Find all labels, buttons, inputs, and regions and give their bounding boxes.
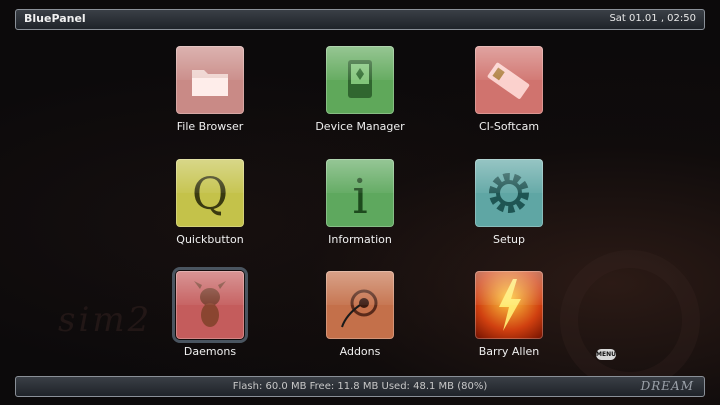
device-icon bbox=[326, 46, 394, 114]
tile-label: CI-Softcam bbox=[478, 120, 540, 133]
svg-text:i: i bbox=[352, 169, 367, 225]
tile-label: Information bbox=[328, 233, 392, 246]
clock: Sat 01.01 , 02:50 bbox=[609, 13, 696, 24]
card-icon bbox=[475, 46, 543, 114]
gear-icon bbox=[475, 159, 543, 227]
tile-label: Barry Allen bbox=[478, 345, 540, 358]
tile-label: Quickbutton bbox=[176, 233, 244, 246]
flash-memory-info: Flash: 60.0 MB Free: 11.8 MB Used: 48.1 … bbox=[232, 381, 488, 392]
tile-setup[interactable]: Setup bbox=[439, 159, 579, 246]
status-bar: Flash: 60.0 MB Free: 11.8 MB Used: 48.1 … bbox=[15, 376, 705, 397]
brand-logo: DREAM bbox=[640, 379, 694, 393]
folder-icon bbox=[176, 46, 244, 114]
flash-icon bbox=[475, 271, 543, 339]
tile-addons[interactable]: Addons bbox=[290, 271, 430, 358]
tile-label: Daemons bbox=[183, 345, 237, 358]
tile-ci-softcam[interactable]: CI-Softcam bbox=[439, 46, 579, 133]
panel-title: BluePanel bbox=[24, 12, 86, 25]
tile-file-browser[interactable]: File Browser bbox=[140, 46, 280, 133]
tile-label: Addons bbox=[339, 345, 381, 358]
tile-daemons[interactable]: Daemons bbox=[140, 267, 280, 358]
title-bar: BluePanel Sat 01.01 , 02:50 bbox=[15, 9, 705, 30]
info-icon: i bbox=[326, 159, 394, 227]
tile-quickbutton[interactable]: Q Quickbutton bbox=[140, 159, 280, 246]
menu-button-icon[interactable]: MENU bbox=[596, 349, 616, 360]
tile-barry-allen[interactable]: Barry Allen bbox=[439, 271, 579, 358]
background-watermark: sim2 bbox=[58, 300, 153, 340]
tile-information[interactable]: i Information bbox=[290, 159, 430, 246]
background-decoration bbox=[560, 250, 700, 390]
mascot-icon bbox=[172, 267, 248, 343]
q-icon: Q bbox=[176, 159, 244, 227]
plug-icon bbox=[326, 271, 394, 339]
tile-label: Setup bbox=[492, 233, 526, 246]
tile-label: Device Manager bbox=[315, 120, 405, 133]
tile-label: File Browser bbox=[176, 120, 244, 133]
tile-device-manager[interactable]: Device Manager bbox=[290, 46, 430, 133]
svg-text:Q: Q bbox=[192, 169, 228, 220]
